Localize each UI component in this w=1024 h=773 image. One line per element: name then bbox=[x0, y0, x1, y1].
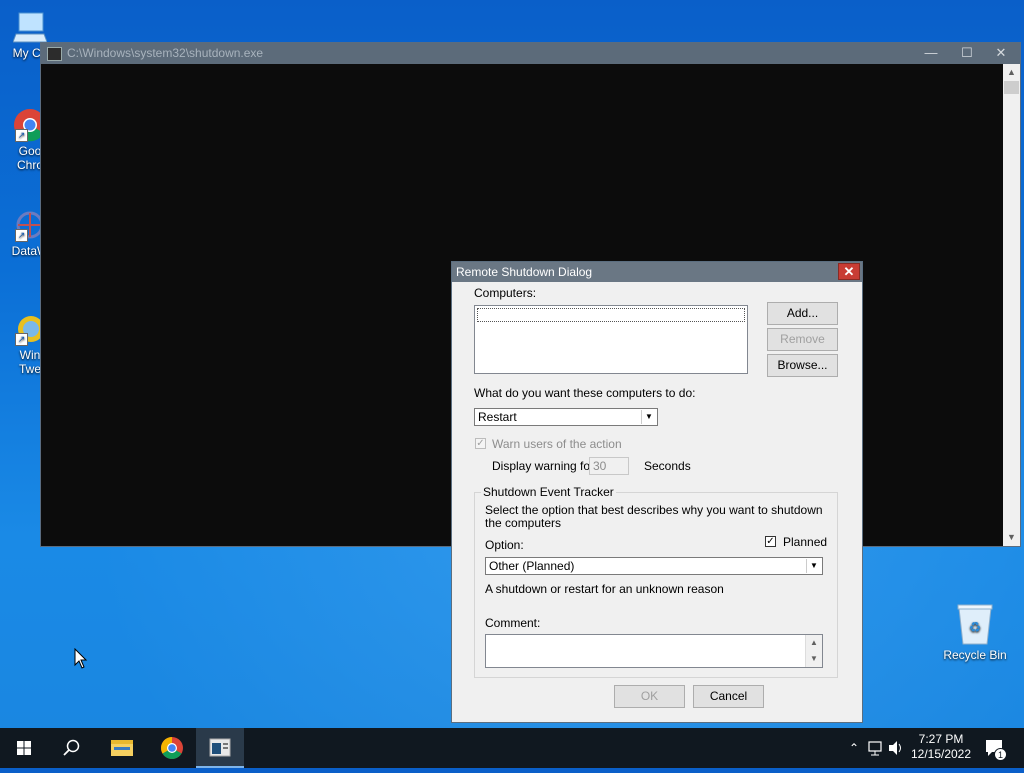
chrome-icon bbox=[161, 737, 183, 759]
ok-button[interactable]: OK bbox=[614, 685, 685, 708]
chevron-down-icon: ▼ bbox=[806, 559, 821, 573]
notification-icon bbox=[986, 740, 1002, 756]
shortcut-arrow-icon: ↗ bbox=[15, 129, 28, 142]
console-app-icon bbox=[209, 738, 231, 757]
clock-date: 12/15/2022 bbox=[910, 747, 972, 761]
comment-textarea[interactable]: ▲ ▼ bbox=[485, 634, 823, 668]
action-dropdown[interactable]: Restart ▼ bbox=[474, 408, 658, 426]
add-button[interactable]: Add... bbox=[767, 302, 838, 325]
cancel-button[interactable]: Cancel bbox=[693, 685, 764, 708]
scroll-up-arrow-icon[interactable]: ▲ bbox=[806, 635, 822, 651]
option-label: Option: bbox=[485, 538, 524, 552]
show-hidden-icons-chevron-up-icon[interactable]: ⌃ bbox=[844, 728, 864, 768]
folder-icon bbox=[111, 740, 133, 756]
warning-seconds-input[interactable]: 30 bbox=[589, 457, 629, 475]
search-button[interactable] bbox=[48, 728, 96, 768]
taskbar: ⌃ 7:27 PM 12/15/2022 1 bbox=[0, 728, 1024, 768]
scroll-thumb[interactable] bbox=[1004, 81, 1019, 94]
comment-label: Comment: bbox=[485, 616, 541, 630]
console-scrollbar[interactable]: ▲ ▼ bbox=[1003, 64, 1020, 546]
comment-scrollbar[interactable]: ▲ ▼ bbox=[805, 635, 822, 667]
close-button[interactable]: ✕ bbox=[984, 43, 1018, 64]
search-icon bbox=[63, 739, 80, 756]
action-dropdown-value: Restart bbox=[478, 410, 517, 424]
scroll-up-arrow-icon[interactable]: ▲ bbox=[1003, 64, 1020, 81]
remote-shutdown-dialog[interactable]: Remote Shutdown Dialog ✕ Computers: Add.… bbox=[451, 261, 863, 723]
notification-count-badge: 1 bbox=[994, 748, 1007, 761]
option-dropdown[interactable]: Other (Planned) ▼ bbox=[485, 557, 823, 575]
action-center-button[interactable]: 1 bbox=[980, 728, 1010, 768]
option-dropdown-value: Other (Planned) bbox=[489, 559, 575, 573]
planned-checkbox[interactable]: ✓ bbox=[765, 536, 776, 547]
warn-users-label: Warn users of the action bbox=[492, 437, 622, 451]
taskbar-chrome[interactable] bbox=[148, 728, 196, 768]
listbox-focus-row bbox=[477, 308, 745, 322]
shortcut-arrow-icon: ↗ bbox=[15, 229, 28, 242]
shortcut-arrow-icon: ↗ bbox=[15, 333, 28, 346]
clock-time: 7:27 PM bbox=[918, 732, 964, 746]
reason-description: A shutdown or restart for an unknown rea… bbox=[485, 582, 724, 596]
desktop-icon-label: Recycle Bin bbox=[943, 648, 1007, 662]
recycle-bin-icon: ♻ bbox=[955, 602, 995, 646]
desktop-icon-recycle-bin[interactable]: ♻ Recycle Bin bbox=[942, 602, 1008, 662]
minimize-button[interactable]: — bbox=[914, 43, 948, 64]
taskbar-shutdown-console[interactable] bbox=[196, 728, 244, 768]
remove-button[interactable]: Remove bbox=[767, 328, 838, 351]
action-question-label: What do you want these computers to do: bbox=[474, 386, 696, 400]
taskbar-file-explorer[interactable] bbox=[98, 728, 146, 768]
start-button[interactable] bbox=[0, 728, 48, 768]
tracker-group-title: Shutdown Event Tracker bbox=[481, 485, 616, 499]
warn-users-checkbox[interactable]: ✓ bbox=[475, 438, 486, 449]
network-icon[interactable] bbox=[866, 728, 886, 768]
maximize-button[interactable]: ☐ bbox=[950, 43, 984, 64]
computers-listbox[interactable] bbox=[474, 305, 748, 374]
planned-label: Planned bbox=[783, 535, 828, 549]
console-titlebar[interactable]: C:\Windows\system32\shutdown.exe — ☐ ✕ bbox=[41, 43, 1020, 64]
console-title: C:\Windows\system32\shutdown.exe bbox=[67, 46, 264, 60]
scroll-down-arrow-icon[interactable]: ▼ bbox=[806, 651, 822, 667]
chevron-down-icon: ▼ bbox=[641, 410, 656, 424]
computers-label: Computers: bbox=[474, 286, 537, 300]
display-warning-label: Display warning for bbox=[492, 459, 595, 473]
mouse-cursor-icon bbox=[74, 647, 88, 675]
windows-logo-icon bbox=[17, 741, 31, 755]
browse-button[interactable]: Browse... bbox=[767, 354, 838, 377]
clock[interactable]: 7:27 PM 12/15/2022 bbox=[906, 728, 976, 768]
dialog-close-button[interactable]: ✕ bbox=[838, 263, 860, 280]
scroll-down-arrow-icon[interactable]: ▼ bbox=[1003, 529, 1020, 546]
tracker-description: Select the option that best describes wh… bbox=[485, 503, 823, 530]
seconds-label: Seconds bbox=[644, 459, 691, 473]
svg-text:♻: ♻ bbox=[969, 620, 982, 636]
volume-icon[interactable] bbox=[886, 728, 906, 768]
dialog-titlebar[interactable]: Remote Shutdown Dialog ✕ bbox=[452, 262, 862, 282]
computer-icon bbox=[12, 10, 48, 44]
console-app-icon bbox=[47, 47, 62, 61]
dialog-title: Remote Shutdown Dialog bbox=[456, 265, 593, 279]
